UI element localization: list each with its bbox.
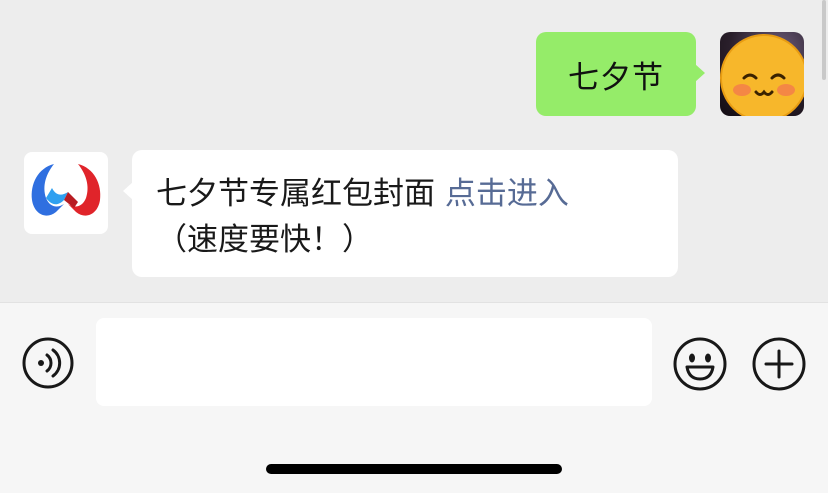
red-blue-w-logo-icon: [31, 164, 101, 216]
enter-link[interactable]: 点击进入: [445, 176, 569, 212]
received-message-line-1: 七夕节专属红包封面 点击进入: [156, 171, 654, 217]
received-message-bubble[interactable]: 七夕节专属红包封面 点击进入 （速度要快！）: [123, 150, 678, 277]
home-indicator[interactable]: [266, 464, 562, 474]
scrollbar[interactable]: [822, 0, 826, 80]
message-input[interactable]: [96, 318, 652, 406]
bot-avatar[interactable]: [24, 152, 108, 234]
chat-area: 七夕节 七夕节专属红包封面 点击进入 （速度要快！）: [0, 0, 828, 302]
sent-message-text: 七夕节: [568, 59, 664, 96]
more-button[interactable]: [752, 337, 806, 391]
received-message-text: 七夕节专属红包封面: [156, 176, 435, 212]
received-message-line-2: （速度要快！）: [156, 217, 654, 263]
received-message-subtext: （速度要快！）: [156, 222, 373, 258]
sent-message-bubble[interactable]: 七夕节: [536, 32, 705, 116]
smiley-icon: [673, 337, 727, 391]
plus-circle-icon: [752, 337, 806, 391]
voice-icon: [22, 337, 74, 389]
my-avatar[interactable]: [720, 32, 804, 116]
emoji-button[interactable]: [673, 337, 727, 391]
voice-button[interactable]: [22, 337, 74, 389]
emoji-face-avatar-icon: [720, 34, 804, 116]
